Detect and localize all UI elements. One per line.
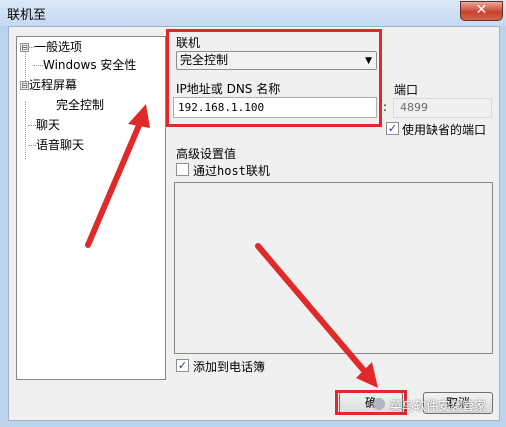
arrow-head-icon bbox=[128, 104, 150, 128]
annotation-arrows bbox=[85, 104, 378, 388]
watermark-text: 菜鸟软件安装管家 bbox=[390, 399, 487, 413]
arrow-line bbox=[255, 243, 369, 376]
watermark-logo-icon bbox=[373, 398, 385, 410]
arrow-line bbox=[85, 120, 143, 248]
